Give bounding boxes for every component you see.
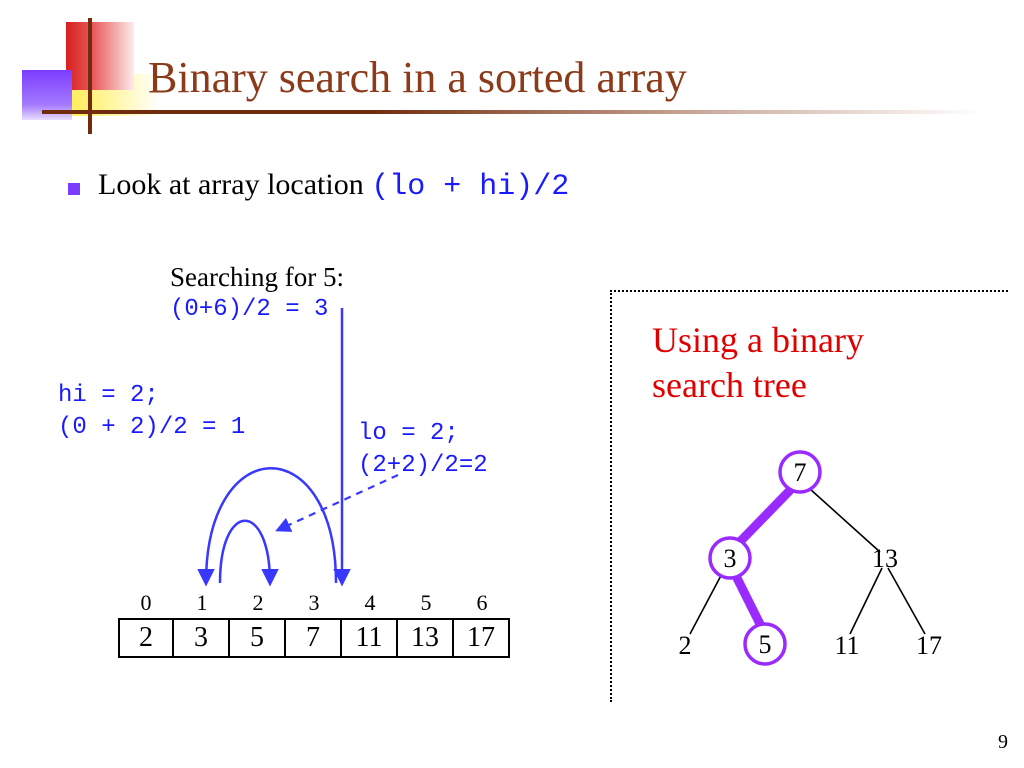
- binary-search-tree: 7 3 13 2 5 11 17: [635, 442, 965, 682]
- bullet-code: (lo + hi)/2: [371, 170, 569, 204]
- slide-title: Binary search in a sorted array: [148, 52, 687, 103]
- array-index: 5: [398, 590, 454, 616]
- tree-title: Using a binarysearch tree: [652, 318, 864, 408]
- array-cell: 2: [118, 618, 174, 658]
- array-pointer-diagram: [118, 300, 538, 600]
- array-index: 2: [230, 590, 286, 616]
- deco-yellow: [48, 74, 160, 116]
- deco-purple: [22, 70, 72, 120]
- array-cell: 17: [454, 618, 510, 658]
- bullet-item: Look at array location (lo + hi)/2: [68, 168, 569, 204]
- array-cell: 11: [342, 618, 398, 658]
- array-cell: 5: [230, 618, 286, 658]
- array-index: 1: [174, 590, 230, 616]
- array-index: 0: [118, 590, 174, 616]
- tree-node-lr: 5: [759, 630, 772, 659]
- tree-node-r: 13: [872, 544, 898, 573]
- array-index-row: 0 1 2 3 4 5 6: [118, 590, 510, 616]
- tree-node-l: 3: [724, 544, 737, 573]
- array-cell: 13: [398, 618, 454, 658]
- deco-vline: [88, 18, 92, 134]
- deco-hline: [42, 110, 982, 114]
- array-index: 3: [286, 590, 342, 616]
- bullet-text: Look at array location: [98, 168, 371, 201]
- tree-node-ll: 2: [679, 631, 692, 660]
- tree-node-root: 7: [794, 458, 807, 487]
- array-cell: 7: [286, 618, 342, 658]
- array-cell: 3: [174, 618, 230, 658]
- deco-red: [66, 22, 134, 90]
- slide-number: 9: [998, 731, 1008, 754]
- array-diagram: 0 1 2 3 4 5 6 2 3 5 7 11 13 17: [118, 590, 510, 658]
- array-index: 4: [342, 590, 398, 616]
- tree-node-rl: 11: [834, 631, 859, 660]
- array-index: 6: [454, 590, 510, 616]
- search-heading: Searching for 5:: [170, 262, 344, 293]
- array-value-row: 2 3 5 7 11 13 17: [118, 618, 510, 658]
- bullet-icon: [68, 183, 80, 195]
- tree-node-rr: 17: [916, 631, 942, 660]
